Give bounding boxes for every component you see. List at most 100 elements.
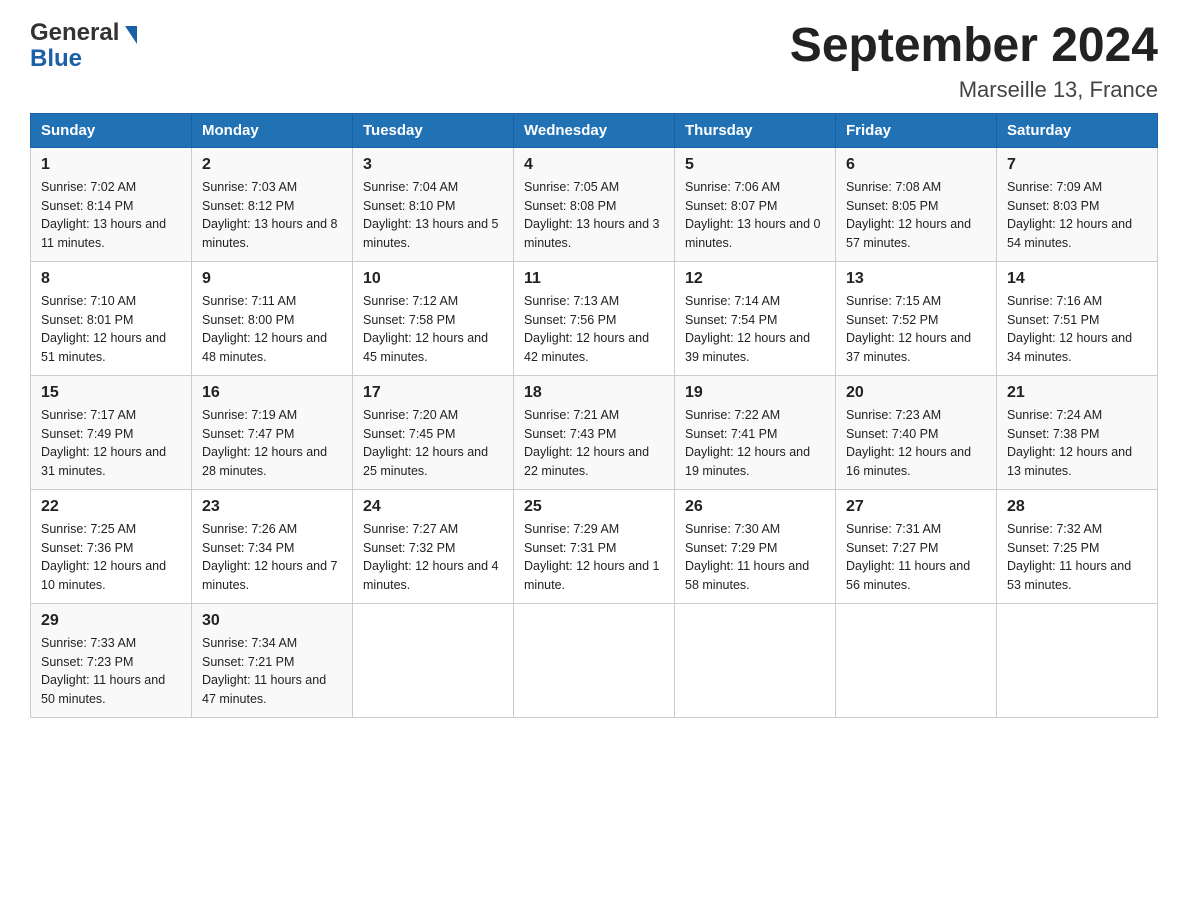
daylight-label: Daylight: 11 hours and 50 minutes. [41,673,165,706]
sunset-label: Sunset: 7:34 PM [202,541,294,555]
sunset-label: Sunset: 7:51 PM [1007,313,1099,327]
day-info: Sunrise: 7:24 AM Sunset: 7:38 PM Dayligh… [1007,406,1147,481]
sunset-label: Sunset: 7:40 PM [846,427,938,441]
day-info: Sunrise: 7:27 AM Sunset: 7:32 PM Dayligh… [363,520,503,595]
day-number: 18 [524,384,664,402]
location-subtitle: Marseille 13, France [790,77,1158,103]
day-number: 25 [524,498,664,516]
calendar-table: Sunday Monday Tuesday Wednesday Thursday… [30,113,1158,718]
calendar-cell: 20 Sunrise: 7:23 AM Sunset: 7:40 PM Dayl… [836,375,997,489]
sunrise-label: Sunrise: 7:33 AM [41,636,136,650]
calendar-body: 1 Sunrise: 7:02 AM Sunset: 8:14 PM Dayli… [31,147,1158,717]
daylight-label: Daylight: 12 hours and 31 minutes. [41,445,166,478]
daylight-label: Daylight: 12 hours and 54 minutes. [1007,217,1132,250]
sunset-label: Sunset: 8:01 PM [41,313,133,327]
sunset-label: Sunset: 8:05 PM [846,199,938,213]
daylight-label: Daylight: 12 hours and 10 minutes. [41,559,166,592]
calendar-cell: 29 Sunrise: 7:33 AM Sunset: 7:23 PM Dayl… [31,603,192,717]
calendar-cell: 26 Sunrise: 7:30 AM Sunset: 7:29 PM Dayl… [675,489,836,603]
month-year-title: September 2024 [790,20,1158,73]
day-number: 1 [41,156,181,174]
sunset-label: Sunset: 8:10 PM [363,199,455,213]
daylight-label: Daylight: 12 hours and 22 minutes. [524,445,649,478]
day-info: Sunrise: 7:04 AM Sunset: 8:10 PM Dayligh… [363,178,503,253]
sunrise-label: Sunrise: 7:08 AM [846,180,941,194]
sunset-label: Sunset: 8:07 PM [685,199,777,213]
day-number: 16 [202,384,342,402]
daylight-label: Daylight: 12 hours and 51 minutes. [41,331,166,364]
daylight-label: Daylight: 12 hours and 57 minutes. [846,217,971,250]
sunset-label: Sunset: 8:12 PM [202,199,294,213]
sunset-label: Sunset: 7:47 PM [202,427,294,441]
sunrise-label: Sunrise: 7:06 AM [685,180,780,194]
day-info: Sunrise: 7:31 AM Sunset: 7:27 PM Dayligh… [846,520,986,595]
calendar-cell: 8 Sunrise: 7:10 AM Sunset: 8:01 PM Dayli… [31,261,192,375]
col-wednesday: Wednesday [514,113,675,147]
daylight-label: Daylight: 12 hours and 4 minutes. [363,559,499,592]
day-number: 5 [685,156,825,174]
sunrise-label: Sunrise: 7:09 AM [1007,180,1102,194]
sunset-label: Sunset: 7:25 PM [1007,541,1099,555]
sunset-label: Sunset: 7:58 PM [363,313,455,327]
day-info: Sunrise: 7:02 AM Sunset: 8:14 PM Dayligh… [41,178,181,253]
day-number: 28 [1007,498,1147,516]
calendar-cell: 30 Sunrise: 7:34 AM Sunset: 7:21 PM Dayl… [192,603,353,717]
logo-blue-text: Blue [30,46,137,72]
sunset-label: Sunset: 8:03 PM [1007,199,1099,213]
sunset-label: Sunset: 7:56 PM [524,313,616,327]
sunrise-label: Sunrise: 7:04 AM [363,180,458,194]
header-row: Sunday Monday Tuesday Wednesday Thursday… [31,113,1158,147]
day-info: Sunrise: 7:20 AM Sunset: 7:45 PM Dayligh… [363,406,503,481]
calendar-cell: 12 Sunrise: 7:14 AM Sunset: 7:54 PM Dayl… [675,261,836,375]
calendar-cell: 14 Sunrise: 7:16 AM Sunset: 7:51 PM Dayl… [997,261,1158,375]
sunrise-label: Sunrise: 7:34 AM [202,636,297,650]
sunset-label: Sunset: 7:52 PM [846,313,938,327]
col-saturday: Saturday [997,113,1158,147]
day-number: 9 [202,270,342,288]
col-tuesday: Tuesday [353,113,514,147]
sunset-label: Sunset: 7:31 PM [524,541,616,555]
day-info: Sunrise: 7:21 AM Sunset: 7:43 PM Dayligh… [524,406,664,481]
sunset-label: Sunset: 7:41 PM [685,427,777,441]
sunrise-label: Sunrise: 7:12 AM [363,294,458,308]
sunrise-label: Sunrise: 7:15 AM [846,294,941,308]
day-number: 10 [363,270,503,288]
sunrise-label: Sunrise: 7:23 AM [846,408,941,422]
day-info: Sunrise: 7:10 AM Sunset: 8:01 PM Dayligh… [41,292,181,367]
logo-general-text: General [30,20,119,46]
calendar-cell: 3 Sunrise: 7:04 AM Sunset: 8:10 PM Dayli… [353,147,514,261]
calendar-cell [675,603,836,717]
daylight-label: Daylight: 12 hours and 45 minutes. [363,331,488,364]
sunset-label: Sunset: 7:38 PM [1007,427,1099,441]
day-info: Sunrise: 7:13 AM Sunset: 7:56 PM Dayligh… [524,292,664,367]
sunrise-label: Sunrise: 7:10 AM [41,294,136,308]
daylight-label: Daylight: 13 hours and 8 minutes. [202,217,338,250]
day-info: Sunrise: 7:34 AM Sunset: 7:21 PM Dayligh… [202,634,342,709]
day-number: 12 [685,270,825,288]
sunrise-label: Sunrise: 7:27 AM [363,522,458,536]
daylight-label: Daylight: 11 hours and 53 minutes. [1007,559,1131,592]
sunrise-label: Sunrise: 7:30 AM [685,522,780,536]
calendar-cell: 13 Sunrise: 7:15 AM Sunset: 7:52 PM Dayl… [836,261,997,375]
col-sunday: Sunday [31,113,192,147]
calendar-week-row: 1 Sunrise: 7:02 AM Sunset: 8:14 PM Dayli… [31,147,1158,261]
day-info: Sunrise: 7:22 AM Sunset: 7:41 PM Dayligh… [685,406,825,481]
sunset-label: Sunset: 7:21 PM [202,655,294,669]
daylight-label: Daylight: 13 hours and 3 minutes. [524,217,660,250]
daylight-label: Daylight: 12 hours and 34 minutes. [1007,331,1132,364]
day-info: Sunrise: 7:11 AM Sunset: 8:00 PM Dayligh… [202,292,342,367]
day-info: Sunrise: 7:19 AM Sunset: 7:47 PM Dayligh… [202,406,342,481]
day-number: 30 [202,612,342,630]
day-number: 19 [685,384,825,402]
sunrise-label: Sunrise: 7:11 AM [202,294,296,308]
sunrise-label: Sunrise: 7:21 AM [524,408,619,422]
title-block: September 2024 Marseille 13, France [790,20,1158,103]
calendar-cell: 18 Sunrise: 7:21 AM Sunset: 7:43 PM Dayl… [514,375,675,489]
daylight-label: Daylight: 12 hours and 28 minutes. [202,445,327,478]
calendar-cell: 4 Sunrise: 7:05 AM Sunset: 8:08 PM Dayli… [514,147,675,261]
day-number: 26 [685,498,825,516]
sunrise-label: Sunrise: 7:29 AM [524,522,619,536]
daylight-label: Daylight: 11 hours and 58 minutes. [685,559,809,592]
day-info: Sunrise: 7:06 AM Sunset: 8:07 PM Dayligh… [685,178,825,253]
day-number: 20 [846,384,986,402]
